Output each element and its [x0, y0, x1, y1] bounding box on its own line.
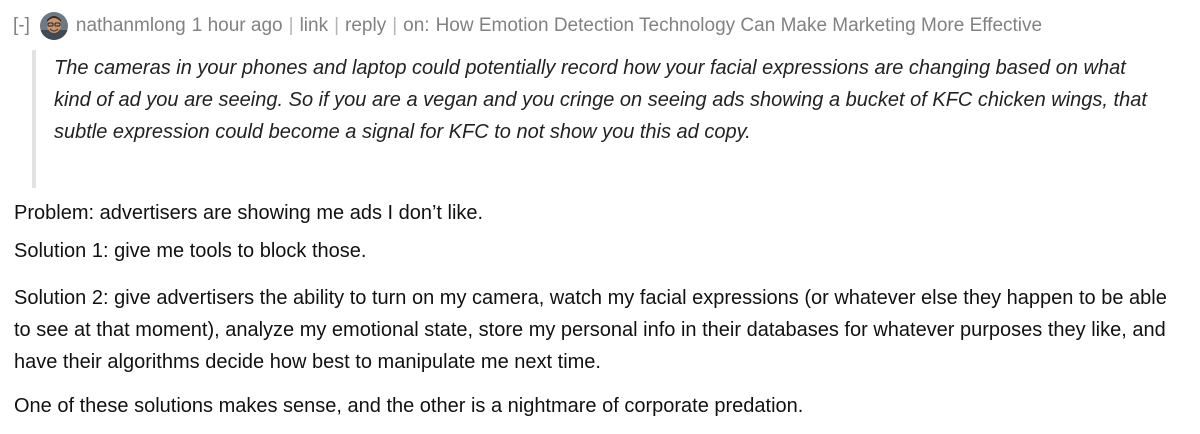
- blockquote: The cameras in your phones and laptop co…: [32, 50, 1152, 188]
- separator: |: [392, 15, 398, 36]
- comment-paragraph: One of these solutions makes sense, and …: [14, 395, 804, 417]
- separator: |: [334, 15, 340, 36]
- comment-paragraph: Problem: advertisers are showing me ads …: [14, 202, 484, 224]
- author-link[interactable]: nathanmlong: [76, 15, 186, 37]
- comment-age[interactable]: 1 hour ago: [192, 15, 283, 37]
- age-link[interactable]: 1 hour ago: [192, 15, 283, 36]
- on-prefix: on:: [403, 15, 430, 36]
- comment: [-] nathanmlong 1 hour ago | link | repl…: [0, 0, 1200, 434]
- quote-text: The cameras in your phones and laptop co…: [54, 57, 1147, 143]
- collapse-toggle[interactable]: [-]: [13, 15, 30, 37]
- separator: |: [288, 15, 294, 36]
- story-title-link[interactable]: How Emotion Detection Technology Can Mak…: [436, 15, 1043, 37]
- link-link[interactable]: link: [300, 15, 329, 37]
- comment-paragraph: Solution 2: give advertisers the ability…: [14, 287, 1167, 373]
- comment-header: [-] nathanmlong 1 hour ago | link | repl…: [13, 9, 1042, 43]
- comment-paragraph: Solution 1: give me tools to block those…: [14, 240, 367, 262]
- reply-link[interactable]: reply: [345, 15, 386, 37]
- avatar[interactable]: [39, 12, 68, 40]
